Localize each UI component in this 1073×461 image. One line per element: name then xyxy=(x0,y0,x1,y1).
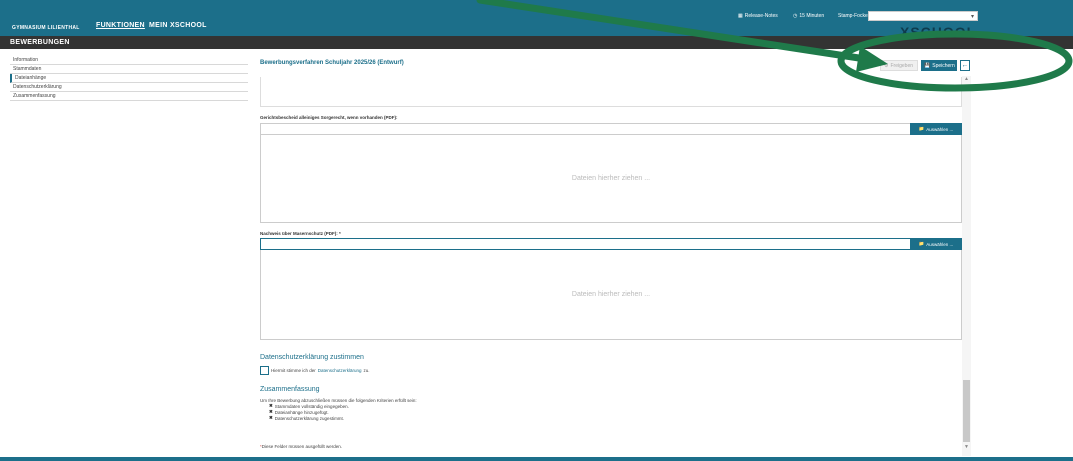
footnote-text: Diese Felder müssen ausgefüllt werden. xyxy=(261,444,343,449)
speichern-label: Speichern xyxy=(932,62,955,69)
criterion-item: ✖ Datenschutzerklärung zugestimmt. xyxy=(269,415,417,421)
criterion-label: Stammdaten vollständig eingegeben. xyxy=(274,403,349,409)
nav-mein-xschool[interactable]: Mein XSCHOOL xyxy=(149,22,207,29)
required-footnote: *Diese Felder müssen ausgefüllt werden. xyxy=(260,444,342,449)
sidebar: Information Stammdaten Dateianhänge Date… xyxy=(10,56,248,101)
choose-file-button-masernschutz[interactable]: 📁 Auswählen ... xyxy=(910,238,962,250)
clock-icon: ◷ xyxy=(793,13,798,19)
release-notes-link[interactable]: ▦ Release-Notes xyxy=(738,13,778,19)
sidebar-item-information[interactable]: Information xyxy=(10,56,248,65)
folder-icon: 📁 xyxy=(918,126,925,131)
speichern-button[interactable]: 💾 Speichern xyxy=(921,60,957,71)
folder-icon: 📁 xyxy=(918,241,925,246)
save-icon: 💾 xyxy=(924,62,931,69)
dropzone-label: Dateien hierher ziehen ... xyxy=(571,291,651,298)
arrow-left-icon: ← xyxy=(961,62,969,69)
release-notes-label: Release-Notes xyxy=(744,13,778,19)
privacy-checkbox[interactable] xyxy=(260,366,269,375)
field-label-sorgerecht: Gerichtsbescheid alleiniges Sorgerecht, … xyxy=(260,115,398,120)
session-timer: ◷ 15 Minuten xyxy=(793,13,824,19)
back-button[interactable]: ← xyxy=(960,60,970,71)
criterion-label: Dateianhänge hinzugefügt. xyxy=(274,409,329,415)
sidebar-item-dateianhaenge[interactable]: Dateianhänge xyxy=(10,74,248,83)
cross-icon: ✖ xyxy=(269,415,273,420)
privacy-heading: Datenschutzerklärung zustimmen xyxy=(260,354,364,361)
page-title: Bewerbungsverfahren Schuljahr 2025/26 (E… xyxy=(260,60,404,66)
summary-heading: Zusammenfassung xyxy=(260,386,320,393)
chevron-down-icon: ▾ xyxy=(970,14,974,20)
session-timer-label: 15 Minuten xyxy=(799,13,825,19)
section-title: Bewerbungen xyxy=(10,39,70,46)
privacy-link[interactable]: Datenschutzerklärung xyxy=(318,368,362,373)
school-name: Gymnasium Lilienthal xyxy=(12,25,80,31)
app-logo: XSCHOOL xyxy=(900,24,977,36)
freigeben-label: Freigeben xyxy=(890,62,913,69)
scrollbar[interactable]: ▲ ▼ xyxy=(962,76,971,456)
freigeben-button[interactable]: ⚙ Freigeben xyxy=(880,60,918,71)
choose-file-label: Auswählen ... xyxy=(926,126,954,132)
dropzone-sorgerecht[interactable]: Dateien hierher ziehen ... xyxy=(260,135,962,223)
criterion-label: Datenschutzerklärung zugestimmt. xyxy=(274,415,345,421)
bottom-bar xyxy=(0,457,1073,461)
file-input-masernschutz[interactable]: 📁 Auswählen ... xyxy=(260,238,962,250)
privacy-text-before: Hiermit stimme ich der xyxy=(271,368,316,373)
file-input-sorgerecht[interactable]: 📁 Auswählen ... xyxy=(260,123,962,135)
previous-dropzone[interactable] xyxy=(260,77,962,107)
scroll-up-icon[interactable]: ▲ xyxy=(963,76,970,82)
dropzone-masernschutz[interactable]: Dateien hierher ziehen ... xyxy=(260,250,962,340)
scrollbar-thumb[interactable] xyxy=(963,380,970,442)
privacy-text-after: zu. xyxy=(363,368,370,373)
dropzone-label: Dateien hierher ziehen ... xyxy=(571,175,651,182)
privacy-consent-row: Hiermit stimme ich der Datenschutzerklär… xyxy=(260,366,370,375)
gear-icon: ⚙ xyxy=(884,62,889,69)
section-bar: Bewerbungen xyxy=(0,36,1073,49)
top-navigation-bar: Gymnasium Lilienthal Funktionen Mein XSC… xyxy=(0,0,1073,36)
sidebar-item-stammdaten[interactable]: Stammdaten xyxy=(10,65,248,74)
summary-intro: Um Ihre Bewerbung abzuschließen müssen d… xyxy=(260,398,417,403)
choose-file-button-sorgerecht[interactable]: 📁 Auswählen ... xyxy=(910,123,962,135)
document-icon: ▦ xyxy=(738,13,743,19)
choose-file-label: Auswählen ... xyxy=(926,241,954,247)
main-panel: ⚙ Freigeben 💾 Speichern ← Bewerbungsverf… xyxy=(256,52,970,457)
nav-funktionen[interactable]: Funktionen xyxy=(96,22,145,29)
sidebar-item-zusammenfassung[interactable]: Zusammenfassung xyxy=(10,92,248,101)
scroll-down-icon[interactable]: ▼ xyxy=(963,444,970,450)
field-label-masernschutz: Nachweis über Masernschutz (PDF): * xyxy=(260,231,341,236)
summary-block: Um Ihre Bewerbung abzuschließen müssen d… xyxy=(260,398,417,421)
search-input[interactable]: ▾ xyxy=(868,11,978,21)
sidebar-item-datenschutzerklaerung[interactable]: Datenschutzerklärung xyxy=(10,83,248,92)
